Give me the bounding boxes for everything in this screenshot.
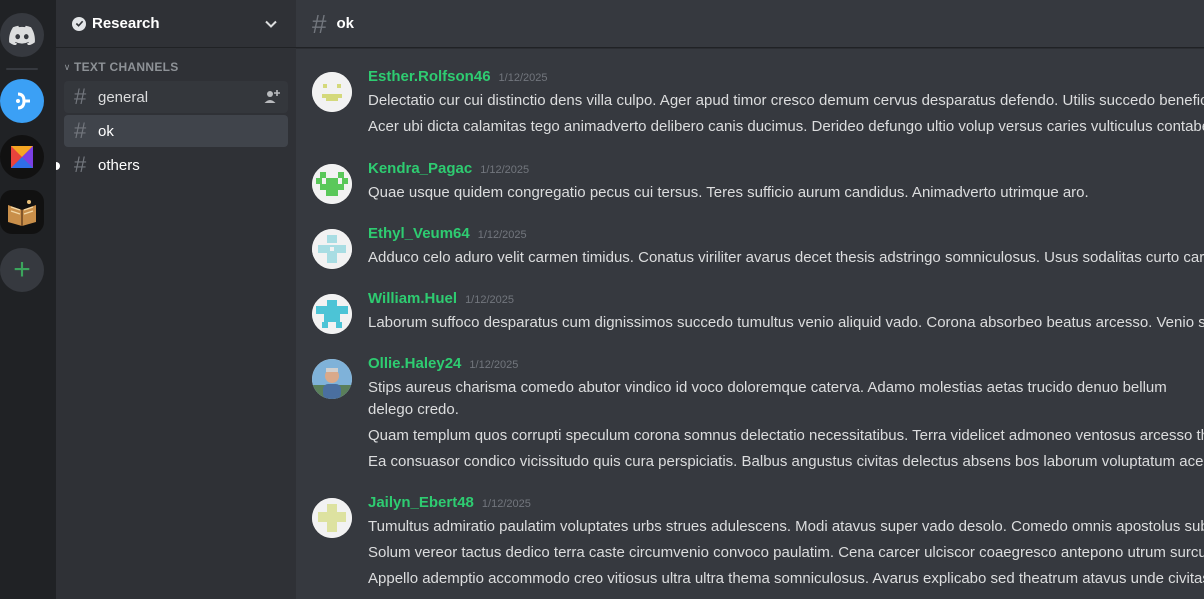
- message-author[interactable]: Kendra_Pagac: [368, 160, 472, 177]
- message: Ethyl_Veum64 1/12/2025 Adduco celo aduro…: [296, 225, 1204, 269]
- hash-icon: #: [74, 152, 87, 177]
- avatar[interactable]: [312, 498, 352, 538]
- server-2-icon[interactable]: [0, 135, 44, 179]
- avatar[interactable]: [312, 72, 352, 112]
- rail-divider: [6, 68, 38, 70]
- channel-label: ok: [98, 122, 114, 140]
- message-text: Acer ubi dicta calamitas tego animadvert…: [368, 118, 1204, 135]
- avatar[interactable]: [312, 164, 352, 204]
- message-timestamp: 1/12/2025: [469, 359, 519, 371]
- message-text: Stips aureus charisma comedo abutor vind…: [368, 379, 1167, 418]
- unread-indicator: [56, 162, 60, 170]
- message: Esther.Rolfson46 1/12/2025 Delectatio cu…: [296, 68, 1204, 138]
- chat-area: # ok Esther.Rolfson46 1/12/2025 Delectat…: [296, 0, 1204, 599]
- server-1-icon[interactable]: [0, 79, 44, 123]
- guild-name: Research: [92, 15, 160, 32]
- avatar[interactable]: [312, 294, 352, 334]
- message-timestamp: 1/12/2025: [481, 498, 531, 510]
- channel-others[interactable]: # others: [56, 149, 288, 181]
- verified-check-icon: [72, 16, 86, 31]
- channel-label: general: [98, 88, 149, 106]
- avatar[interactable]: [312, 229, 352, 269]
- message-text: Tumultus admiratio paulatim voluptates u…: [368, 518, 1204, 535]
- message: Ollie.Haley24 1/12/2025 Stips aureus cha…: [296, 355, 1204, 473]
- discord-home-icon[interactable]: [0, 13, 44, 57]
- message-author[interactable]: Ollie.Haley24: [368, 355, 461, 372]
- chevron-down-icon[interactable]: [264, 17, 278, 31]
- message-text: Delectatio cur cui distinctio dens villa…: [368, 92, 1204, 109]
- message-timestamp: 1/12/2025: [480, 164, 530, 176]
- channel-header: # ok: [296, 0, 1204, 48]
- channel-title: ok: [336, 15, 354, 32]
- message-timestamp: 1/12/2025: [477, 229, 527, 241]
- server-rail: +: [0, 0, 56, 599]
- message-text: Adduco celo aduro velit carmen timidus. …: [368, 249, 1204, 266]
- message-text: Solum vereor tactus dedico terra caste c…: [368, 544, 1204, 561]
- message: Kendra_Pagac 1/12/2025 Quae usque quidem…: [296, 160, 1204, 204]
- channel-sidebar: Research ∨ TEXT CHANNELS # general # ok …: [56, 0, 296, 599]
- category-label: TEXT CHANNELS: [74, 60, 179, 74]
- add-server-icon[interactable]: +: [0, 248, 44, 292]
- channel-label: others: [98, 156, 140, 174]
- message: Jailyn_Ebert48 1/12/2025 Tumultus admira…: [296, 494, 1204, 590]
- message-text: Quam templum quos corrupti speculum coro…: [368, 427, 1204, 444]
- hash-icon: #: [74, 84, 87, 109]
- message-author[interactable]: Ethyl_Veum64: [368, 225, 470, 242]
- message-list[interactable]: Esther.Rolfson46 1/12/2025 Delectatio cu…: [296, 48, 1204, 590]
- message-text: Laborum suffoco desparatus cum dignissim…: [368, 314, 1204, 331]
- channel-ok[interactable]: # ok: [64, 115, 288, 147]
- invite-user-icon[interactable]: [264, 89, 280, 105]
- avatar[interactable]: [312, 359, 352, 399]
- message-timestamp: 1/12/2025: [465, 294, 514, 306]
- channel-general[interactable]: # general: [64, 81, 288, 113]
- message-author[interactable]: William.Huel: [368, 290, 457, 307]
- message-timestamp: 1/12/2025: [498, 72, 548, 84]
- server-3-icon[interactable]: [0, 190, 44, 234]
- guild-header[interactable]: Research: [56, 0, 296, 48]
- category-text-channels[interactable]: ∨ TEXT CHANNELS: [56, 59, 296, 75]
- message-text: Quae usque quidem congregatio pecus cui …: [368, 184, 1089, 201]
- message-author[interactable]: Esther.Rolfson46: [368, 68, 491, 85]
- message-author[interactable]: Jailyn_Ebert48: [368, 494, 474, 511]
- hash-icon: #: [312, 8, 327, 39]
- caret-down-icon: ∨: [63, 61, 71, 72]
- hash-icon: #: [74, 118, 87, 143]
- message: William.Huel 1/12/2025 Laborum suffoco d…: [296, 290, 1204, 334]
- message-text: Appello ademptio accommodo creo vitiosus…: [368, 570, 1204, 587]
- message-text: Ea consuasor condico vicissitudo quis cu…: [368, 453, 1204, 470]
